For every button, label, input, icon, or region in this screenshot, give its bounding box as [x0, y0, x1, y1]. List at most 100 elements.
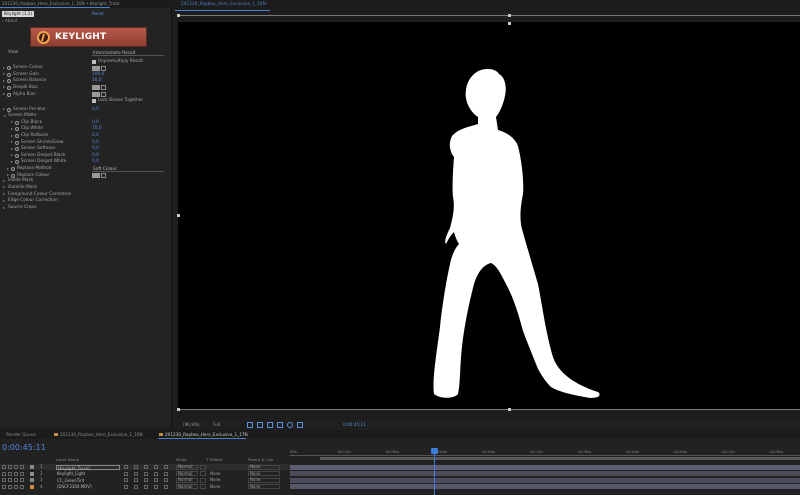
bbox-handle[interactable]: [177, 214, 180, 217]
bbox-handle[interactable]: [508, 22, 511, 25]
layer-property-switch-icon[interactable]: [144, 465, 148, 469]
layer-label-color[interactable]: [30, 478, 34, 482]
layer-switch-icon[interactable]: [8, 478, 12, 482]
layer-switch-icon[interactable]: [2, 484, 6, 489]
trkmat-header[interactable]: T TrkMat: [206, 457, 222, 462]
property-value[interactable]: 0,0: [92, 140, 99, 146]
expand-twirl-icon[interactable]: [3, 179, 5, 182]
property-value[interactable]: 0,0: [92, 107, 99, 113]
zoom-dropdown[interactable]: (96,9%): [183, 422, 200, 427]
layer-switch-icon[interactable]: [2, 471, 6, 476]
reset-button[interactable]: Reset: [92, 11, 104, 17]
about-row[interactable]: › About: [2, 18, 17, 23]
stopwatch-icon[interactable]: [15, 160, 19, 165]
property-value[interactable]: 0,0: [92, 120, 99, 126]
layer-switch-icon[interactable]: [8, 484, 12, 489]
track-matte-value[interactable]: None: [210, 477, 220, 483]
stopwatch-icon[interactable]: [7, 66, 11, 71]
property-dropdown[interactable]: Soft Colour: [92, 167, 164, 172]
expand-twirl-icon[interactable]: [11, 121, 13, 124]
property-value[interactable]: 100,0: [92, 72, 104, 78]
property-value[interactable]: 0,0: [92, 153, 99, 159]
stopwatch-icon[interactable]: [15, 134, 19, 138]
expand-twirl-icon[interactable]: [7, 167, 9, 170]
layer-property-switch-icon[interactable]: [134, 478, 138, 482]
layer-switch-icon[interactable]: [14, 471, 18, 476]
stopwatch-icon[interactable]: [7, 85, 11, 90]
viewer-timecode[interactable]: 0:00:45:11: [343, 422, 366, 427]
property-value[interactable]: 0,0: [92, 146, 99, 152]
timeline-tab[interactable]: Render Queue: [6, 432, 36, 437]
property-group-row[interactable]: Source Crops: [0, 205, 172, 211]
layer-row[interactable]: 2 Keylight_Light Normal None None: [0, 471, 290, 477]
layer-switch-icon[interactable]: [14, 484, 18, 489]
stopwatch-icon[interactable]: [11, 167, 15, 171]
expand-twirl-icon[interactable]: [3, 73, 5, 76]
stopwatch-icon[interactable]: [15, 147, 19, 152]
layer-property-switch-icon[interactable]: [124, 465, 128, 469]
layer-name[interactable]: Keylight_Light: [56, 471, 120, 476]
layer-switch-icon[interactable]: [8, 471, 12, 476]
expand-twirl-icon[interactable]: [11, 154, 13, 157]
effect-controls-tab[interactable]: 201230_Rapbox_Hero_Exclusive_1_16N • Key…: [0, 0, 172, 8]
property-group-row[interactable]: Edge Colour Correction: [0, 198, 172, 204]
effect-name-badge[interactable]: Keylight (1.2): [2, 11, 35, 17]
expand-twirl-icon[interactable]: [3, 199, 5, 202]
colour-swatch[interactable]: [92, 85, 100, 91]
expand-twirl-icon[interactable]: [11, 134, 13, 137]
expand-twirl-icon[interactable]: [7, 174, 9, 177]
bbox-handle[interactable]: [508, 408, 511, 411]
time-ruler[interactable]: 00s 00:15s 00:30s 00:45s 01:00s 01:15s 01:30s 0…: [290, 448, 800, 456]
preserve-transparency-toggle[interactable]: [200, 464, 206, 470]
layer-name-header[interactable]: Layer Name: [56, 457, 79, 462]
work-area-bar[interactable]: [320, 457, 800, 460]
layer-row[interactable]: 3 CC_GreenTint Normal None None: [0, 477, 290, 483]
track-matte-value[interactable]: None: [210, 484, 220, 490]
layer-property-switch-icon[interactable]: [154, 471, 158, 476]
preserve-transparency-toggle[interactable]: [200, 484, 206, 489]
layer-property-switch-icon[interactable]: [144, 471, 148, 476]
layer-label-color[interactable]: [30, 484, 34, 489]
bbox-handle[interactable]: [508, 14, 511, 17]
preserve-transparency-toggle[interactable]: [200, 477, 206, 483]
layer-switch-icon[interactable]: [20, 478, 24, 482]
stopwatch-icon[interactable]: [7, 79, 11, 84]
layer-property-switch-icon[interactable]: [124, 478, 128, 482]
parent-header[interactable]: Parent & Link: [248, 457, 273, 462]
property-value[interactable]: 0,0: [92, 159, 99, 165]
eyedropper-icon[interactable]: [101, 92, 106, 97]
layer-switch-icon[interactable]: [20, 484, 24, 489]
layer-property-switch-icon[interactable]: [124, 471, 128, 476]
layer-duration-bar[interactable]: [290, 477, 800, 483]
timeline-tab[interactable]: 201230_Rapbox_Hero_Exclusive_1_16N: [60, 432, 143, 437]
resolution-dropdown[interactable]: Full: [213, 422, 220, 427]
property-dropdown[interactable]: Intermediate Result: [92, 51, 164, 56]
layer-label-color[interactable]: [30, 471, 34, 476]
layer-row[interactable]: 4 [DSCF3104.MOV] Normal None None: [0, 484, 290, 490]
expand-twirl-icon[interactable]: [3, 186, 5, 189]
property-checkbox[interactable]: [92, 99, 96, 104]
layer-name[interactable]: [DSCF3104.MOV]: [56, 484, 120, 489]
bbox-handle[interactable]: [177, 14, 180, 17]
mode-header[interactable]: Mode: [176, 457, 186, 462]
layer-property-switch-icon[interactable]: [134, 465, 138, 469]
stopwatch-icon[interactable]: [15, 153, 19, 158]
layer-row[interactable]: 1 [Keylight_Track] Normal None: [0, 464, 290, 471]
layer-property-switch-icon[interactable]: [164, 484, 168, 489]
transparency-grid-icon[interactable]: [257, 422, 263, 428]
layer-switch-icon[interactable]: [2, 465, 6, 469]
expand-twirl-icon[interactable]: [3, 79, 5, 82]
layer-label-color[interactable]: [30, 465, 34, 469]
property-value[interactable]: 0,0: [92, 133, 99, 139]
composition-viewer[interactable]: [178, 22, 800, 409]
color-channel-icon[interactable]: [287, 422, 293, 428]
layer-switch-icon[interactable]: [20, 471, 24, 476]
expand-twirl-icon[interactable]: [11, 147, 13, 150]
layer-property-switch-icon[interactable]: [154, 478, 158, 482]
layer-duration-bar[interactable]: [290, 471, 800, 476]
layer-property-switch-icon[interactable]: [134, 484, 138, 489]
expand-twirl-icon[interactable]: [11, 160, 13, 163]
layer-name[interactable]: CC_GreenTint: [56, 478, 120, 483]
eyedropper-icon[interactable]: [101, 65, 106, 71]
layer-duration-bar[interactable]: [290, 464, 800, 470]
